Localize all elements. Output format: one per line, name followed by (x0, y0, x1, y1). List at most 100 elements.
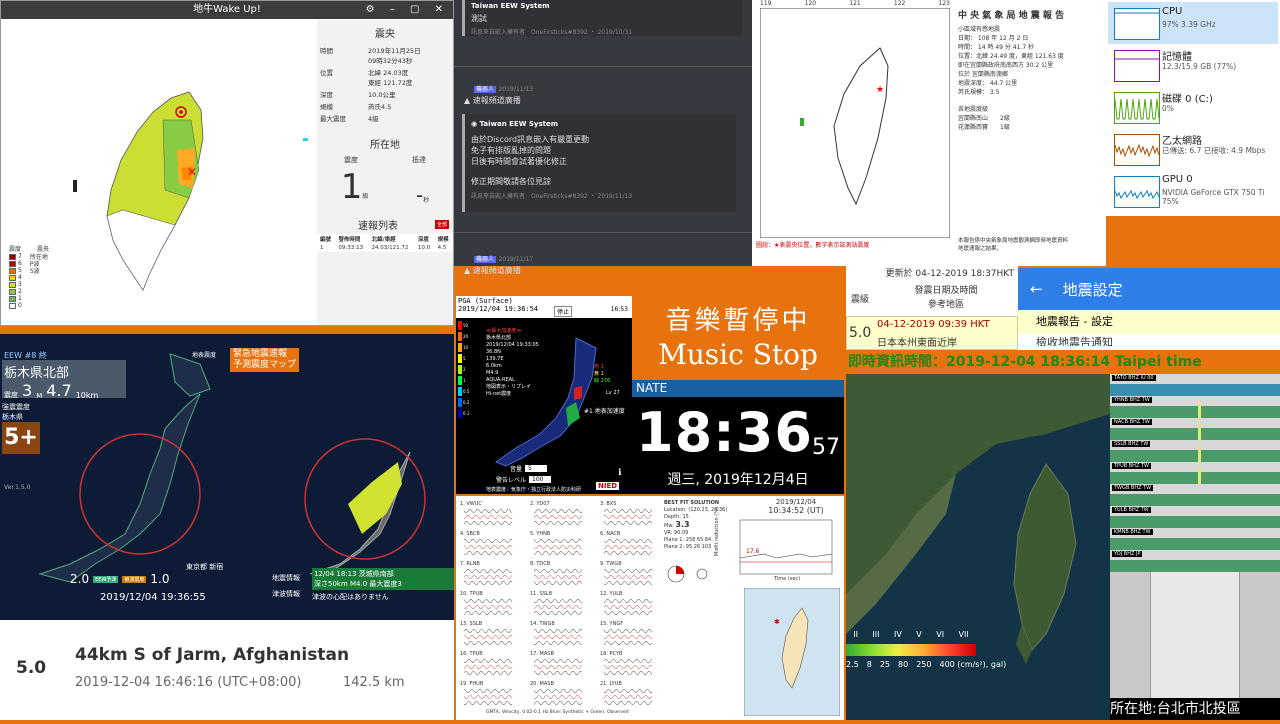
report-row[interactable]: 1 09:33:13 24.03/121.72 10.0 4.5 (317, 244, 453, 252)
pga-title: PGA (Surface) (458, 297, 513, 305)
list-col-header: 發佈時間 (338, 237, 361, 243)
window-controls[interactable]: ⚙ – ▢ ✕ (366, 1, 449, 19)
warn-level-row: 警告レベル 100 (496, 475, 552, 484)
observed-value: 1.0 (150, 572, 170, 586)
row-value: 北緯 24.03度 東經 121.72度 (368, 69, 413, 87)
legend-swatch (9, 274, 16, 281)
pga-scale-value: 0.2 (463, 400, 470, 405)
warn-level-select[interactable]: 100 (529, 476, 552, 483)
pga-line: ≪最大加速度≫ (486, 328, 522, 334)
pga-line: AQUA-REAL (486, 377, 515, 383)
pga-scale-swatch (458, 332, 462, 341)
eew-region: 栃木県北部 (4, 366, 70, 381)
seismo-channel: YHNB BHZ TW (1110, 396, 1280, 418)
report-line: 位於 宜蘭縣南澳鄉 (958, 71, 1008, 78)
report-text: 中 央 氣 象 局 地 震 報 告 小區域有感地震日期： 108 年 12 月 … (958, 8, 1102, 132)
waveform-trace (533, 568, 583, 574)
station-label: 8. TDCB (530, 561, 551, 567)
perf-graph (1114, 92, 1160, 124)
settings-row-report[interactable]: 地震報告 - 設定 (1018, 310, 1280, 334)
all-filter-button[interactable]: 全部 (434, 220, 449, 229)
mic-icon: ▲ (464, 96, 471, 105)
perf-detail: 12.3/15.9 GB (77%) (1162, 62, 1237, 71)
waveform-trace (603, 658, 653, 664)
quake-list-item[interactable]: 5.0 44km S of Jarm, Afghanistan 2019-12-… (0, 620, 454, 720)
waveform-trace (463, 544, 513, 550)
message-author: Taiwan EEW System (471, 2, 550, 10)
pga-scale-row: 0.1 (458, 408, 470, 419)
stop-button[interactable]: 停止 (554, 306, 573, 317)
perf-item-4[interactable]: GPU 0 NVIDIA GeForce GTX 750 Ti 75% (1108, 170, 1278, 212)
perf-item-0[interactable]: CPU 97% 3.39 GHz (1108, 2, 1278, 44)
intensity-value: 1 (340, 167, 363, 207)
legend-swatch (9, 260, 16, 267)
perf-item-2[interactable]: 磁碟 0 (C:) 0% (1108, 86, 1278, 128)
obs-region: 栃木県 (2, 413, 23, 421)
pga-line: 地図表示・リプレイ (486, 384, 532, 390)
hko-place: 日本本州東面近岸 (877, 338, 957, 349)
taiwan-intensity-map[interactable]: ✕ 震度 震央 7 所在地 6 P波 5 S波 4 3 2 1 0 (3, 20, 313, 325)
report-line: 時間： 14 時 49 分 41.7 秒 (958, 44, 1035, 51)
scale-roman: II (853, 630, 858, 639)
bot-badge: 機器人 (474, 256, 497, 263)
scale-roman: III (872, 630, 880, 639)
epicenter-row: 最大震度 4級 (317, 112, 453, 124)
perf-item-3[interactable]: 乙太網路 已傳送: 6.7 已接收: 4.9 Mbps (1108, 128, 1278, 170)
perf-detail: 97% 3.39 GHz (1162, 20, 1216, 29)
report-line: 日期： 108 年 12 月 2 日 (958, 35, 1029, 42)
station-label: 13. SSLB (460, 621, 483, 627)
row-label: 位置 (320, 69, 333, 77)
seismo-channel: SSLB BHZ TW (1110, 440, 1280, 462)
epicenter-row: 規模 芮氏4.5 (317, 100, 453, 112)
pga-color-scale: 50 20 10 5 2 1 0.5 0.2 0.1 (458, 320, 470, 424)
waveform-trace (463, 538, 513, 544)
satellite-map[interactable]: II III IV V VI VII 2.5 8 25 80 250 400 (cm/s²), ga… (846, 374, 1110, 720)
report-title: 中 央 氣 象 局 地 震 報 告 (958, 11, 1065, 21)
volume-select[interactable]: 5 (525, 465, 548, 472)
message-author: Taiwan EEW System (479, 120, 559, 128)
legend-swatch (9, 267, 16, 274)
scale-roman: VI (936, 630, 945, 639)
waveform-trace (463, 688, 513, 694)
pga-line: M4.9 (486, 370, 499, 376)
report-line: 芮氏規模： 3.5 (958, 89, 1000, 96)
hko-col-headers: 發震日期及時間 參考地區 (874, 284, 1018, 312)
waveform-trace (603, 538, 653, 544)
best-fit-vr-label: VR: (664, 530, 673, 536)
map-tick: 122 (893, 0, 906, 7)
pga-panel: PGA (Surface) 2019/12/04 19:36:54 停止 16:… (456, 296, 632, 494)
perf-detail: NVIDIA GeForce GTX 750 Ti 75% (1162, 188, 1265, 206)
row-label: 時間 (320, 47, 333, 55)
info-icon[interactable]: ℹ (618, 468, 621, 478)
perf-sparkline (1114, 143, 1160, 158)
waveform-trace (533, 640, 583, 646)
waveform-trace (603, 634, 653, 640)
list-col-header: 北緯/東經 (371, 237, 396, 243)
pga-line: 栃木県北部 (486, 335, 512, 341)
hko-row[interactable]: 5.0 04-12-2019 09:39 HKT 日本本州東面近岸 (846, 316, 1018, 350)
waveform-trace (603, 544, 653, 550)
channel-label: TATO BHZ IU 00 (1112, 375, 1156, 381)
waveform-trace (463, 634, 513, 640)
back-arrow-icon[interactable]: ← (1030, 280, 1043, 298)
waveform-trace (533, 538, 583, 544)
settings-row-notify[interactable]: 檢收地震告通知 (1018, 334, 1280, 346)
message-text: 速報頻道廣播 (472, 96, 521, 105)
legend-item: S波 (29, 268, 40, 275)
report-line: 小區域有感地震 (958, 26, 1001, 33)
waveform-trace (603, 514, 653, 520)
bot-avatar-icon: ◉ (471, 120, 478, 128)
embed-hash: OneFirsticks#8392 ・ 2019/11/13 (531, 193, 633, 200)
perf-item-1[interactable]: 記憶體 12.3/15.9 GB (77%) (1108, 44, 1278, 86)
legend-row: 4 (9, 274, 49, 281)
station-label: 18. PCYB (600, 651, 623, 657)
moment-tensor-panel: 1. VWUC 2. YD07 3. BXS 4. SBCB 5. YHNB 6. NAC… (456, 496, 844, 720)
pga-scale-row: 0.2 (458, 397, 470, 408)
quake-time: 2019-12-04 16:46:16 (UTC+08:00) (75, 675, 302, 690)
report-line: 位置：北緯 24.49 度，東經 121.63 度 (958, 53, 1064, 60)
clock-display: 18:36 57 週三, 2019年12月4日 (632, 397, 844, 494)
info-label: 地震情報 (272, 574, 300, 582)
waveform-trace (603, 574, 653, 580)
epicenter-row: 時間 2019年11月25日 09時32分43秒 (317, 44, 453, 66)
clock-bar: NATE (632, 380, 844, 397)
